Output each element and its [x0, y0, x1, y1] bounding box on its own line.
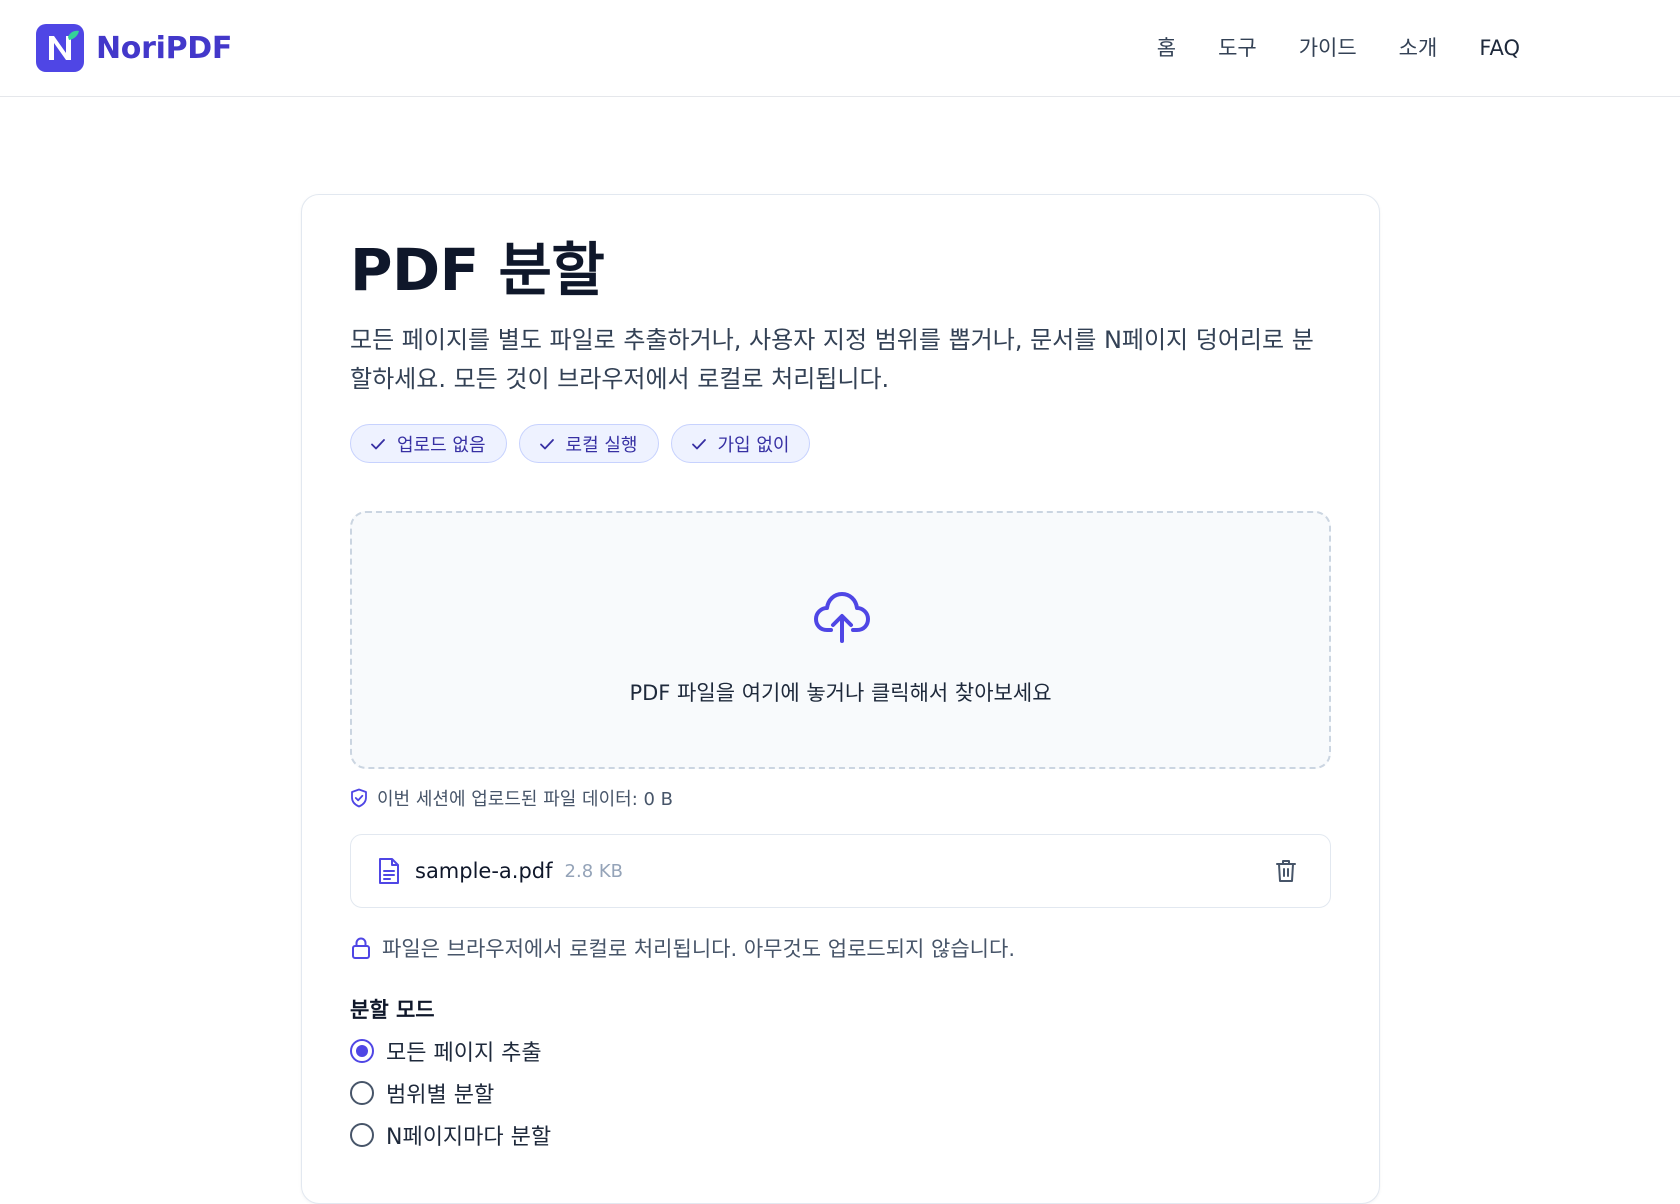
- nav-link-guide[interactable]: 가이드: [1299, 30, 1357, 66]
- split-mode-label: 분할 모드: [350, 998, 435, 1022]
- logo-mark-icon: [36, 24, 84, 72]
- split-mode-option-every-n-pages[interactable]: N페이지마다 분할: [350, 1114, 551, 1156]
- nav-link-home[interactable]: 홈: [1157, 30, 1176, 66]
- check-icon: [371, 438, 385, 449]
- badge-no-signup: 가입 없이: [670, 424, 811, 463]
- radio-label: 모든 페이지 추출: [386, 1041, 542, 1066]
- main-nav: 홈 도구 가이드 소개 FAQ: [1115, 30, 1520, 66]
- split-mode-options: 모든 페이지 추출 범위별 분할 N페이지마다 분할: [350, 1030, 551, 1156]
- badge-label: 업로드 없음: [397, 434, 486, 456]
- remove-file-button[interactable]: [1272, 858, 1300, 886]
- cloud-upload-icon: [814, 592, 870, 643]
- nav-link-about[interactable]: 소개: [1399, 30, 1438, 66]
- check-icon: [539, 438, 554, 449]
- privacy-note-text: 파일은 브라우저에서 로컬로 처리됩니다. 아무것도 업로드되지 않습니다.: [382, 937, 1015, 961]
- dropzone-text: PDF 파일을 여기에 놓거나 클릭해서 찾아보세요: [629, 681, 1052, 705]
- file-size: 2.8 KB: [564, 860, 624, 882]
- radio-label: N페이지마다 분할: [386, 1125, 552, 1150]
- badge-label: 로컬 실행: [565, 434, 638, 456]
- split-mode-option-by-range[interactable]: 범위별 분할: [350, 1072, 551, 1114]
- file-list-item: sample-a.pdf 2.8 KB: [350, 834, 1331, 908]
- file-dropzone[interactable]: PDF 파일을 여기에 놓거나 클릭해서 찾아보세요: [350, 511, 1331, 769]
- file-name: sample-a.pdf: [415, 859, 553, 883]
- radio-button[interactable]: [350, 1123, 374, 1147]
- session-data-note: 이번 세션에 업로드된 파일 데이터: 0 B: [350, 785, 673, 811]
- radio-button[interactable]: [350, 1039, 374, 1063]
- nav-link-faq[interactable]: FAQ: [1479, 30, 1520, 66]
- document-icon: [379, 858, 399, 884]
- lock-icon: [352, 937, 370, 959]
- page-title: PDF 분할: [350, 236, 605, 304]
- site-header: NoriPDF 홈 도구 가이드 소개 FAQ: [0, 0, 1680, 97]
- radio-button[interactable]: [350, 1081, 374, 1105]
- brand-logo[interactable]: NoriPDF: [36, 24, 232, 72]
- session-data-text: 이번 세션에 업로드된 파일 데이터: 0 B: [377, 789, 674, 810]
- privacy-note: 파일은 브라우저에서 로컬로 처리됩니다. 아무것도 업로드되지 않습니다.: [350, 933, 1015, 963]
- tool-card: PDF 분할 모든 페이지를 별도 파일로 추출하거나, 사용자 지정 범위를 …: [301, 194, 1380, 1204]
- feature-badges: 업로드 없음 로컬 실행 가입 없이: [350, 424, 811, 463]
- check-icon: [691, 438, 706, 449]
- badge-label: 가입 없이: [717, 434, 790, 456]
- trash-icon: [1276, 860, 1296, 882]
- split-mode-option-all-pages[interactable]: 모든 페이지 추출: [350, 1030, 551, 1072]
- badge-local-run: 로컬 실행: [518, 424, 659, 463]
- radio-label: 범위별 분할: [386, 1083, 495, 1108]
- page-description: 모든 페이지를 별도 파일로 추출하거나, 사용자 지정 범위를 뽑거나, 문서…: [350, 326, 1314, 393]
- brand-name: NoriPDF: [96, 30, 233, 66]
- nav-link-tools[interactable]: 도구: [1218, 30, 1257, 66]
- shield-check-icon: [351, 788, 367, 808]
- badge-no-upload: 업로드 없음: [350, 424, 507, 463]
